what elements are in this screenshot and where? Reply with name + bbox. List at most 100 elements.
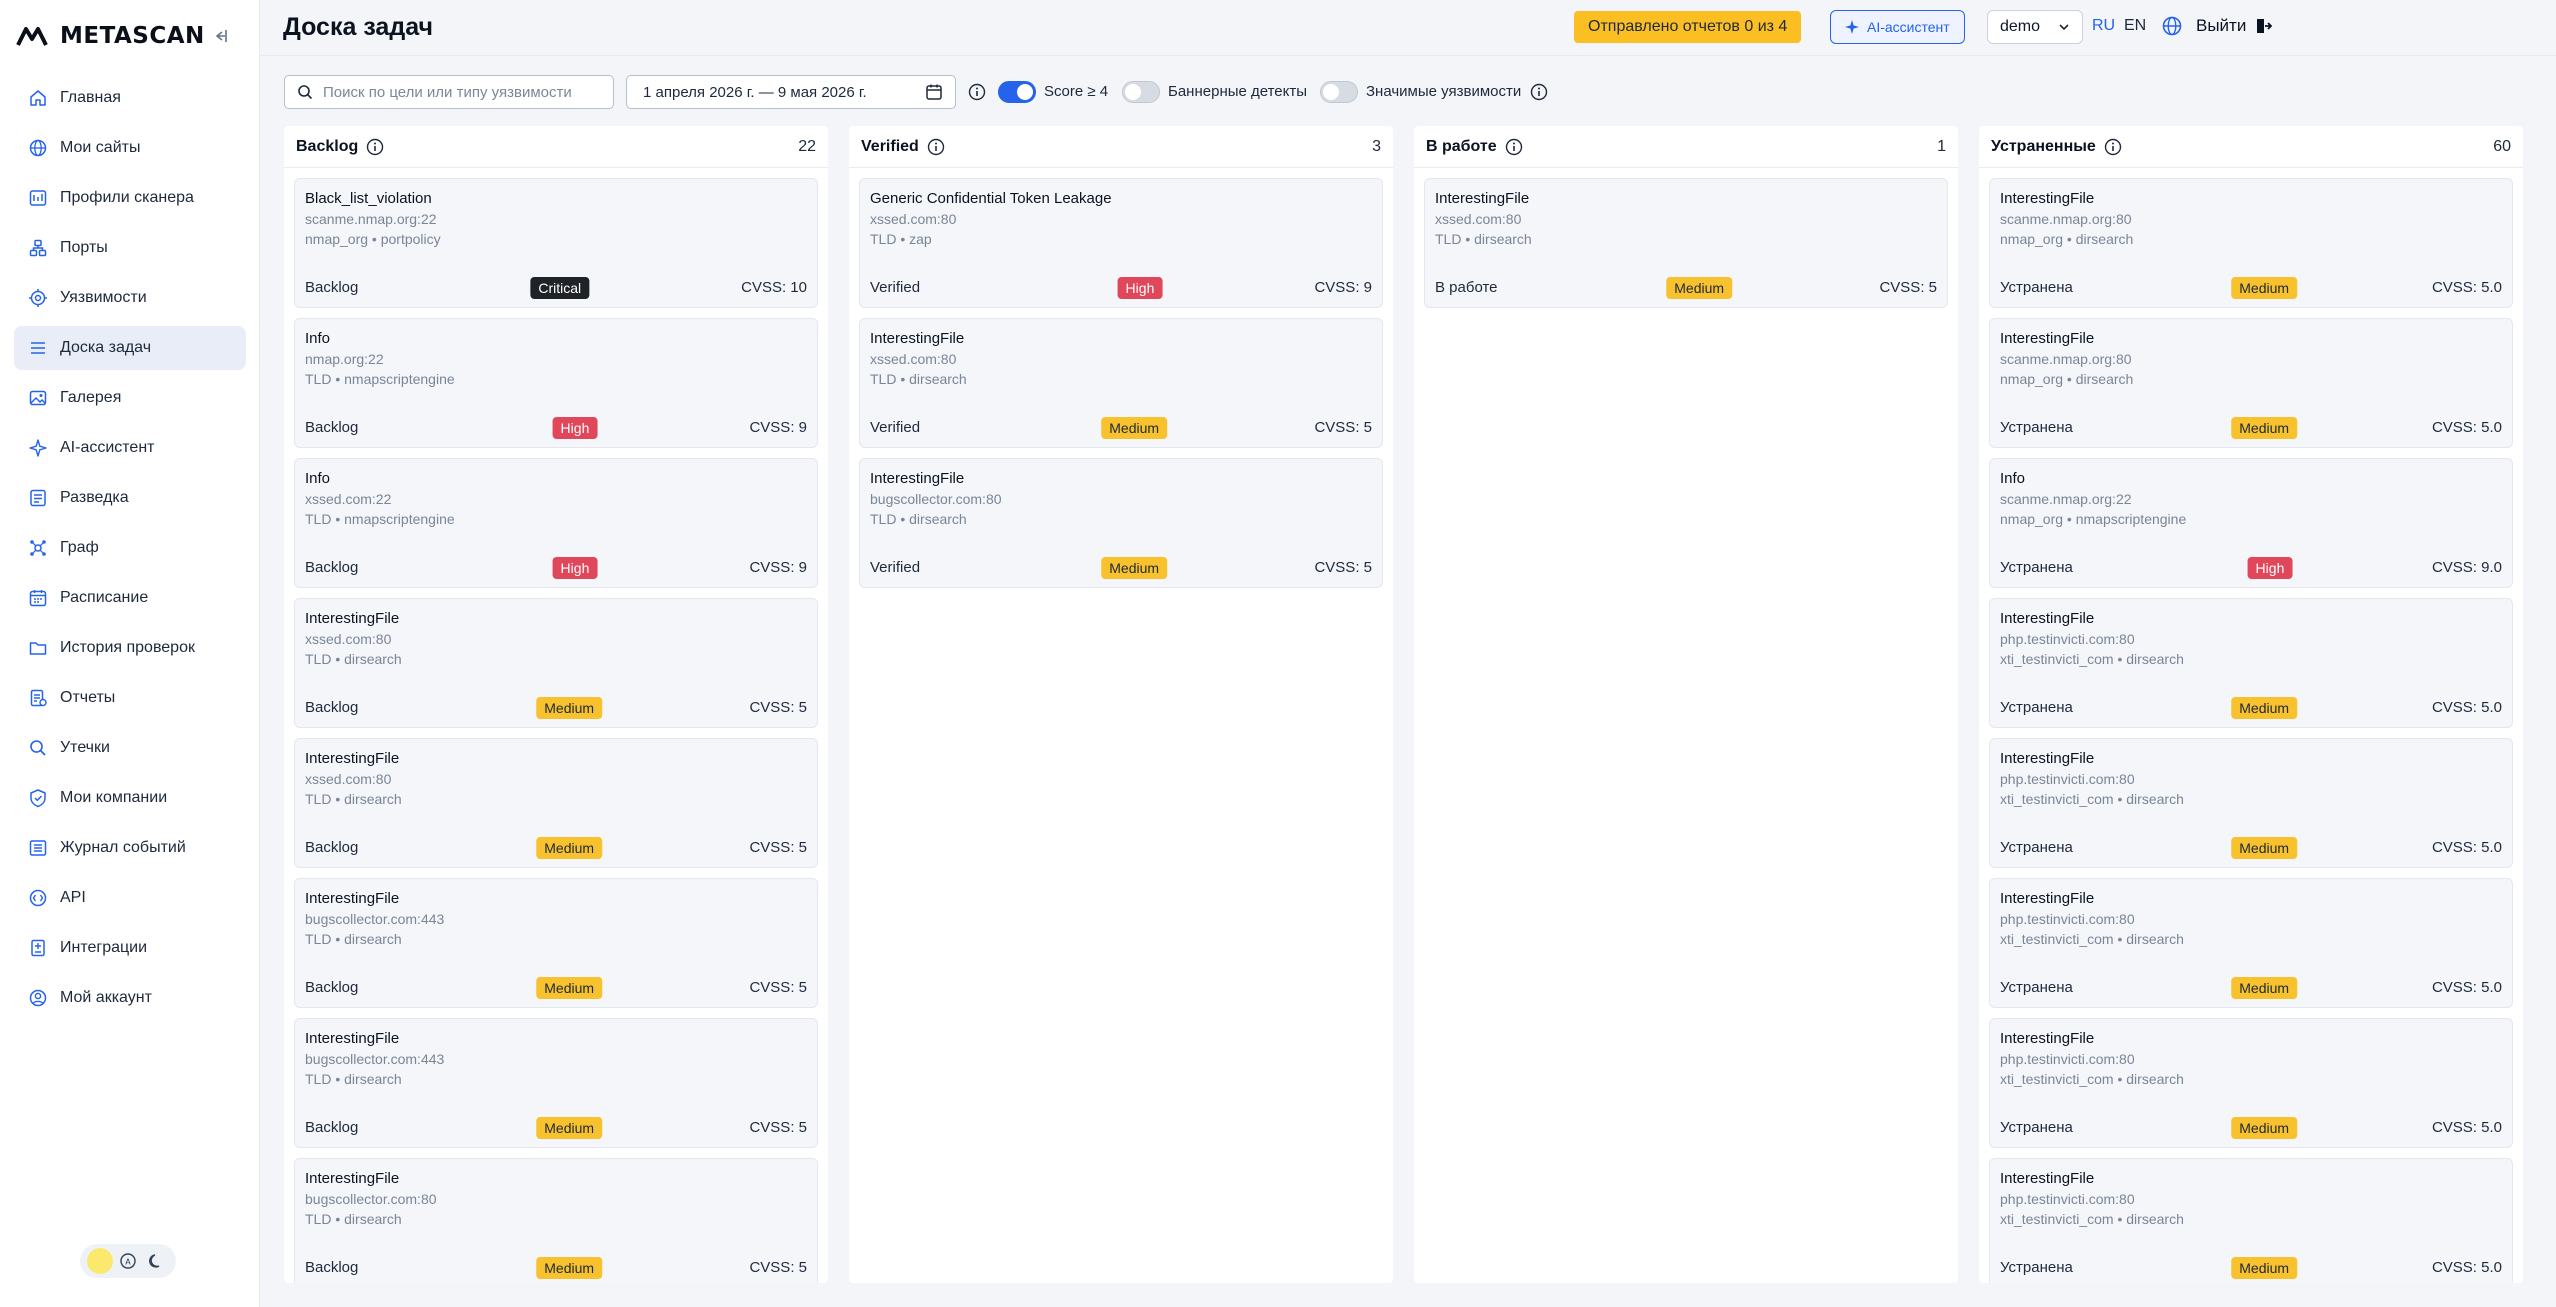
significant-info-icon[interactable]	[1530, 83, 1548, 101]
sidebar-item-label: API	[60, 889, 86, 906]
task-card[interactable]: Black_list_violation scanme.nmap.org:22 nm…	[294, 178, 818, 308]
date-info-icon[interactable]	[968, 83, 986, 101]
search-icon	[298, 85, 313, 100]
column-header: Verified 3	[849, 126, 1393, 168]
column-header: Backlog 22	[284, 126, 828, 168]
card-status: Устранена	[2000, 1119, 2073, 1136]
auto-theme-button[interactable]: A	[115, 1248, 141, 1274]
sidebar-item-label: Галерея	[60, 389, 122, 406]
sidebar-item-folder[interactable]: История проверок	[14, 626, 246, 670]
task-card[interactable]: InterestingFile scanme.nmap.org:80 nmap_or…	[1989, 318, 2513, 448]
collapse-sidebar-button[interactable]	[207, 22, 235, 50]
integration-icon	[31, 939, 45, 957]
sidebar-item-ports[interactable]: Порты	[14, 226, 246, 270]
board-column: Verified 3 Generic Confidential Token Leak…	[849, 126, 1393, 1283]
sidebar-item-image[interactable]: Галерея	[14, 376, 246, 420]
task-card[interactable]: InterestingFile bugscollector.com:80 TLD •…	[294, 1158, 818, 1283]
task-card[interactable]: InterestingFile php.testinvicti.com:80 xti…	[1989, 878, 2513, 1008]
card-tags: TLD • nmapscriptengine	[305, 511, 455, 527]
card-status: Backlog	[305, 1119, 359, 1136]
card-host: xssed.com:80	[305, 771, 392, 787]
task-card[interactable]: InterestingFile bugscollector.com:443 TLD …	[294, 1018, 818, 1148]
sidebar-item-label: Профили сканера	[60, 189, 194, 206]
task-card[interactable]: InterestingFile xssed.com:80 TLD • dirsear…	[1424, 178, 1948, 308]
search-box[interactable]	[284, 75, 614, 109]
card-host: php.testinvicti.com:80	[2000, 631, 2135, 647]
date-range-picker[interactable]: 1 апреля 2026 г. — 9 мая 2026 г.	[626, 75, 956, 109]
card-status: Backlog	[305, 279, 359, 296]
card-tags: TLD • dirsearch	[870, 371, 967, 387]
task-card[interactable]: InterestingFile xssed.com:80 TLD • dirsear…	[294, 738, 818, 868]
sidebar-item-target[interactable]: Уязвимости	[14, 276, 246, 320]
user-select[interactable]: demo	[1987, 10, 2083, 44]
banner-detects-toggle[interactable]	[1122, 81, 1160, 103]
sidebar-item-integration[interactable]: Интеграции	[14, 926, 246, 970]
column-info-icon[interactable]	[366, 138, 384, 156]
lang-ru-button[interactable]: RU	[2092, 17, 2115, 35]
light-theme-button[interactable]	[87, 1248, 113, 1274]
api-icon	[29, 889, 47, 907]
card-status: Backlog	[305, 1259, 359, 1276]
significant-vulns-toggle[interactable]	[1320, 81, 1358, 103]
task-card[interactable]: InterestingFile bugscollector.com:80 TLD •…	[859, 458, 1383, 588]
sidebar-item-graph[interactable]: Граф	[14, 526, 246, 570]
task-card[interactable]: Info nmap.org:22 TLD • nmapscriptengine Bac…	[294, 318, 818, 448]
task-card[interactable]: Info scanme.nmap.org:22 nmap_org • nmapscr…	[1989, 458, 2513, 588]
severity-badge: Medium	[2231, 417, 2298, 439]
sidebar-item-globe[interactable]: Мои сайты	[14, 126, 246, 170]
logo[interactable]: METASCAN	[16, 22, 205, 50]
task-card[interactable]: InterestingFile php.testinvicti.com:80 xti…	[1989, 738, 2513, 868]
sidebar-item-report[interactable]: Отчеты	[14, 676, 246, 720]
logout-button[interactable]: Выйти	[2196, 16, 2273, 36]
card-tags: xti_testinvicti_com • dirsearch	[2000, 1211, 2184, 1227]
sidebar-item-home[interactable]: Главная	[14, 76, 246, 120]
sidebar-item-log[interactable]: Журнал событий	[14, 826, 246, 870]
card-title: Black_list_violation	[305, 190, 432, 207]
dark-theme-button[interactable]	[143, 1248, 169, 1274]
ai-assistant-button[interactable]: AI-ассистент	[1830, 10, 1965, 44]
theme-switch[interactable]: A	[80, 1244, 176, 1278]
card-host: scanme.nmap.org:22	[305, 211, 437, 227]
list-icon	[31, 342, 45, 354]
column-info-icon[interactable]	[2104, 138, 2122, 156]
task-card[interactable]: InterestingFile php.testinvicti.com:80 xti…	[1989, 1018, 2513, 1148]
card-cvss: CVSS: 5.0	[2431, 699, 2502, 716]
column-info-icon[interactable]	[1505, 138, 1523, 156]
sidebar-item-recon[interactable]: Разведка	[14, 476, 246, 520]
card-status: Verified	[870, 559, 921, 576]
task-card[interactable]: InterestingFile xssed.com:80 TLD • dirsear…	[294, 598, 818, 728]
card-tags: nmap_org • nmapscriptengine	[2000, 511, 2187, 527]
task-card[interactable]: Generic Confidential Token Leakage xssed.…	[859, 178, 1383, 308]
sidebar-item-shield[interactable]: Мои компании	[14, 776, 246, 820]
globe-icon[interactable]	[2160, 14, 2184, 38]
sidebar-item-list[interactable]: Доска задач	[14, 326, 246, 370]
sidebar-item-label: Порты	[60, 239, 108, 256]
sparkle-icon	[1845, 20, 1859, 34]
task-card[interactable]: InterestingFile scanme.nmap.org:80 nmap_or…	[1989, 178, 2513, 308]
sidebar-item-calendar[interactable]: Расписание	[14, 576, 246, 620]
sidebar-item-sparkle[interactable]: AI-ассистент	[14, 426, 246, 470]
task-card[interactable]: InterestingFile xssed.com:80 TLD • dirsear…	[859, 318, 1383, 448]
sidebar-item-label: Интеграции	[60, 939, 148, 956]
task-card[interactable]: InterestingFile bugscollector.com:443 TLD …	[294, 878, 818, 1008]
column-info-icon[interactable]	[927, 138, 945, 156]
severity-badge: High	[552, 557, 598, 579]
task-card[interactable]: InterestingFile php.testinvicti.com:80 xti…	[1989, 1158, 2513, 1283]
lang-en-button[interactable]: EN	[2124, 17, 2146, 35]
task-card[interactable]: InterestingFile php.testinvicti.com:80 xti…	[1989, 598, 2513, 728]
search-input[interactable]	[323, 83, 603, 101]
sidebar-item-api[interactable]: API	[14, 876, 246, 920]
sidebar-item-user[interactable]: Мой аккаунт	[14, 976, 246, 1020]
sidebar-item-label: AI-ассистент	[60, 439, 155, 456]
ports-icon	[29, 239, 47, 257]
card-cvss: CVSS: 9.0	[2431, 559, 2502, 576]
card-cvss: CVSS: 5	[749, 1119, 807, 1136]
score-toggle[interactable]	[998, 81, 1036, 103]
card-status: Устранена	[2000, 279, 2073, 296]
sidebar-item-label: Главная	[60, 89, 121, 106]
card-status: Backlog	[305, 699, 359, 716]
task-card[interactable]: Info xssed.com:22 TLD • nmapscriptengine Ba…	[294, 458, 818, 588]
severity-badge: Medium	[2231, 1257, 2298, 1279]
sidebar-item-search[interactable]: Утечки	[14, 726, 246, 770]
sidebar-item-scanner-profile[interactable]: Профили сканера	[14, 176, 246, 220]
